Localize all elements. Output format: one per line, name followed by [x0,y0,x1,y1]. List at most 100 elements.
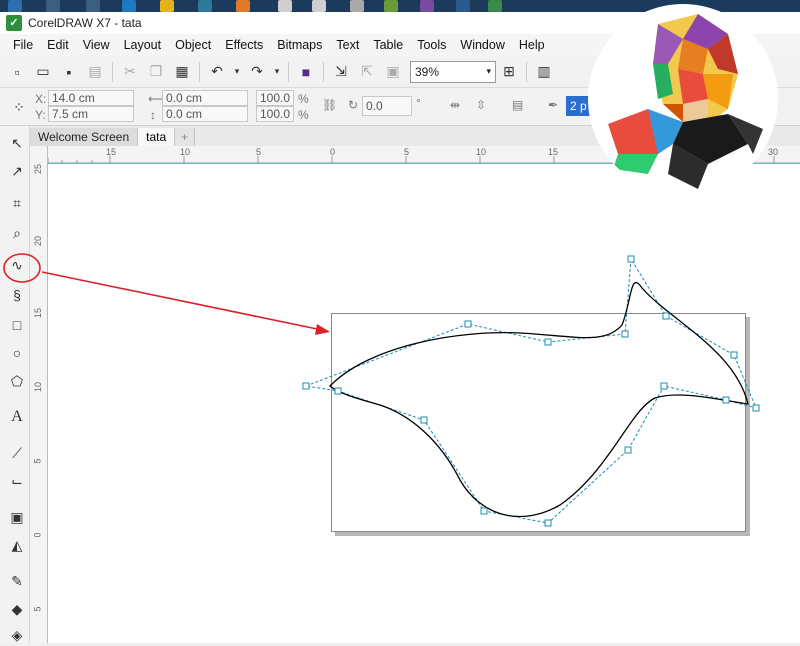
mirror-horizontal-icon[interactable]: ⇹ [450,98,460,112]
tab-tata[interactable]: tata [138,128,176,146]
pick-tool-icon[interactable]: ↖ [6,132,28,154]
wrap-text-icon[interactable]: ▤ [512,98,523,112]
avatar [588,4,778,194]
new-document-icon[interactable]: ▫ [6,61,28,83]
ruler-tick-label: 0 [32,532,43,538]
app-icon[interactable] [278,0,292,12]
search-content-icon[interactable]: ■ [295,61,317,83]
lock-ratio-icon[interactable]: ⛓ [322,98,337,112]
outline-pen-icon[interactable]: ✒ [548,98,558,112]
publish-pdf-icon[interactable]: ▣ [382,61,404,83]
start-icon[interactable] [8,0,22,12]
ellipse-tool-icon[interactable]: ○ [6,342,28,364]
rotation-angle-field[interactable]: 0.0 [362,96,412,116]
app-icon[interactable] [312,0,326,12]
y-position-field[interactable]: 7.5 cm [48,106,134,122]
ruler-tick-label: 15 [33,307,44,319]
menu-help[interactable]: Help [512,38,552,52]
full-screen-preview-icon[interactable]: ⊞ [498,61,520,83]
toolbar-separator [199,61,200,82]
tab-welcome-screen[interactable]: Welcome Screen [30,128,139,146]
save-icon[interactable]: ▪ [58,61,80,83]
undo-dropdown-icon[interactable]: ▾ [232,61,242,83]
percent-label: % [298,92,309,106]
scale-x-field[interactable]: 100.0 [256,90,294,106]
drop-shadow-tool-icon[interactable]: ▣ [6,506,28,528]
menu-view[interactable]: View [76,38,117,52]
crop-tool-icon[interactable]: ⌗ [6,192,28,214]
height-icon: ↕ [150,108,156,122]
menu-effects[interactable]: Effects [218,38,270,52]
zoom-tool-icon[interactable]: ⌕ [6,222,28,244]
vertical-ruler[interactable]: 25 20 15 10 5 0 5 [30,146,48,643]
show-rulers-icon[interactable]: ▥ [533,61,555,83]
menu-table[interactable]: Table [366,38,410,52]
ruler-tick-label: 20 [33,235,44,247]
open-icon[interactable]: ▭ [32,61,54,83]
artistic-media-tool-icon[interactable]: § [6,284,28,306]
taskview-icon[interactable] [86,0,100,12]
transparency-tool-icon[interactable]: ◭ [6,534,28,556]
zoom-value: 39% [415,64,440,79]
eyedropper-tool-icon[interactable]: ✎ [6,570,28,592]
menu-window[interactable]: Window [453,38,511,52]
y-label: Y: [35,108,46,122]
percent-label: % [298,108,309,122]
search-icon[interactable] [46,0,60,12]
width-field[interactable]: 0.0 cm [162,90,248,106]
low-poly-portrait [608,14,763,189]
app-icon[interactable] [236,0,250,12]
object-origin-icon[interactable]: ⁘ [8,96,30,118]
redo-dropdown-icon[interactable]: ▾ [272,61,282,83]
app-icon[interactable] [350,0,364,12]
undo-icon[interactable]: ↶ [206,61,228,83]
app-icon[interactable] [384,0,398,12]
ruler-tick-label: 5 [32,606,43,612]
parallel-dimension-tool-icon[interactable]: ⟋ [6,442,28,464]
cut-icon[interactable]: ✂ [119,61,141,83]
window-title: CorelDRAW X7 - tata [28,16,142,30]
height-field[interactable]: 0.0 cm [162,106,248,122]
app-icon[interactable] [456,0,470,12]
bspline-tool-icon[interactable]: ∿ [6,254,28,276]
redo-icon[interactable]: ↷ [246,61,268,83]
copy-icon[interactable]: ❐ [145,61,167,83]
menu-file[interactable]: File [6,38,40,52]
toolbar-separator [526,61,527,82]
outline-width-field[interactable]: 2 p [566,96,590,116]
menu-object[interactable]: Object [168,38,218,52]
coreldraw-taskbar-icon[interactable] [488,0,502,12]
menu-edit[interactable]: Edit [40,38,76,52]
polygon-tool-icon[interactable]: ⬠ [6,370,28,392]
mirror-vertical-icon[interactable]: ⇳ [476,98,486,112]
text-tool-icon[interactable]: A [6,406,28,428]
chrome-icon[interactable] [160,0,174,12]
rotate-icon: ↻ [348,98,359,112]
document-page[interactable] [331,313,746,532]
zoom-level-select[interactable]: 39% ▾ [410,60,496,83]
degree-label: ° [416,96,421,110]
edge-icon[interactable] [122,0,136,12]
import-icon[interactable]: ⇲ [330,61,352,83]
shape-tool-icon[interactable]: ↗ [6,160,28,182]
ruler-tick-label: 25 [33,163,44,175]
toolbar-separator [288,61,289,82]
rectangle-tool-icon[interactable]: □ [6,314,28,336]
toolbar-separator [323,61,324,82]
connector-tool-icon[interactable]: ⌙ [6,470,28,492]
paste-icon[interactable]: ▦ [171,61,193,83]
menu-bitmaps[interactable]: Bitmaps [270,38,329,52]
menu-tools[interactable]: Tools [410,38,453,52]
interactive-fill-tool-icon[interactable]: ◆ [6,598,28,620]
store-icon[interactable] [198,0,212,12]
x-position-field[interactable]: 14.0 cm [48,90,134,106]
scale-y-field[interactable]: 100.0 [256,106,294,122]
add-tab-icon[interactable]: + [175,128,196,146]
toolbox: ↖ ↗ ⌗ ⌕ ∿ § □ ○ ⬠ A ⟋ ⌙ ▣ ◭ ✎ ◆ ◈ [0,126,30,643]
print-icon[interactable]: ▤ [84,61,106,83]
chevron-down-icon: ▾ [486,66,491,76]
menu-layout[interactable]: Layout [117,38,169,52]
export-icon[interactable]: ⇱ [356,61,378,83]
app-icon[interactable] [420,0,434,12]
menu-text[interactable]: Text [329,38,366,52]
